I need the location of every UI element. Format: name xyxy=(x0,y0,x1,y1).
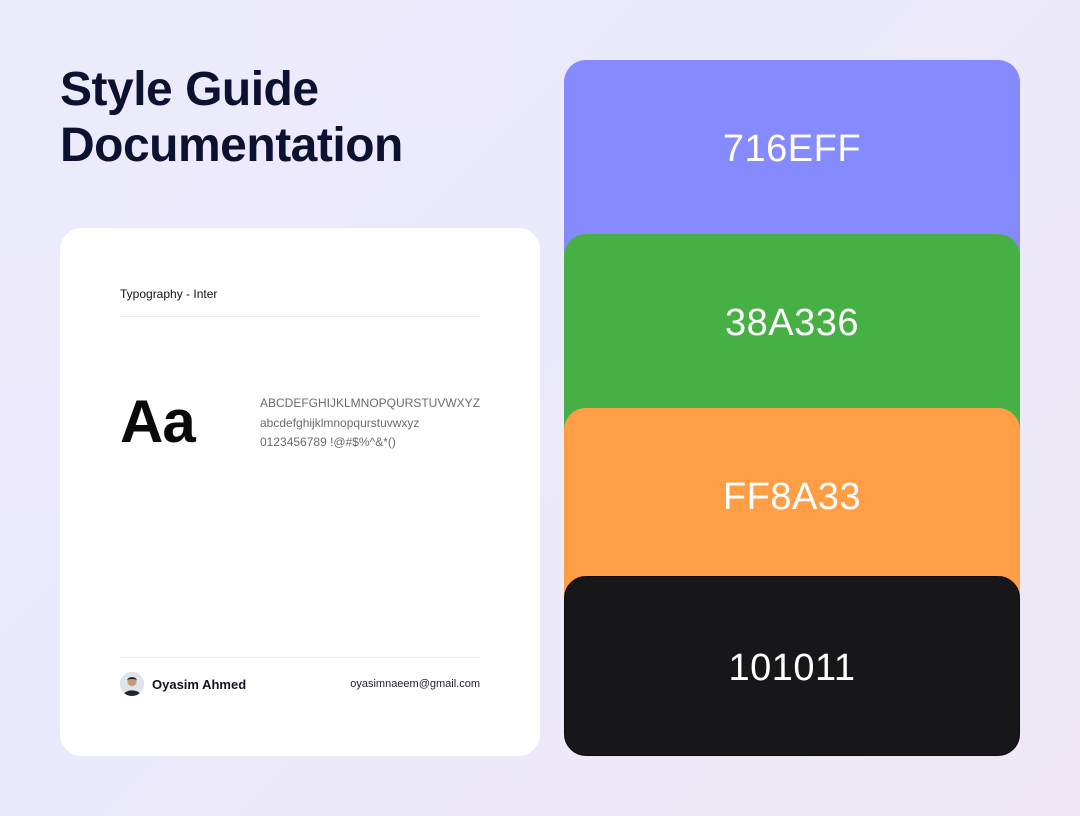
color-swatch-black[interactable]: 101011 xyxy=(564,576,1020,756)
type-specimen: Aa xyxy=(120,388,196,455)
typography-divider-bottom xyxy=(120,657,480,658)
glyphs-lowercase: abcdefghijklmnopqurstuvwxyz xyxy=(260,415,420,430)
page-title-line-1: Style Guide xyxy=(60,63,319,116)
avatar xyxy=(120,672,144,696)
glyph-set: ABCDEFGHIJKLMNOPQURSTUVWXYZ abcdefghijkl… xyxy=(260,394,480,453)
page-title-line-2: Documentation xyxy=(60,119,403,172)
author: Oyasim Ahmed xyxy=(120,672,246,696)
swatch-label: 101011 xyxy=(728,647,856,689)
page-title: Style Guide Documentation xyxy=(60,62,403,174)
user-avatar-icon xyxy=(120,672,144,696)
glyphs-numbers-symbols: 0123456789 !@#$%^&*() xyxy=(260,435,396,449)
author-name: Oyasim Ahmed xyxy=(152,676,247,692)
glyphs-uppercase: ABCDEFGHIJKLMNOPQURSTUVWXYZ xyxy=(260,396,481,410)
author-email[interactable]: oyasimnaeem@gmail.com xyxy=(350,678,480,690)
typography-divider-top xyxy=(120,316,480,317)
typography-card: Typography - Inter Aa ABCDEFGHIJKLMNOPQU… xyxy=(60,228,540,756)
typography-heading: Typography - Inter xyxy=(120,287,218,301)
